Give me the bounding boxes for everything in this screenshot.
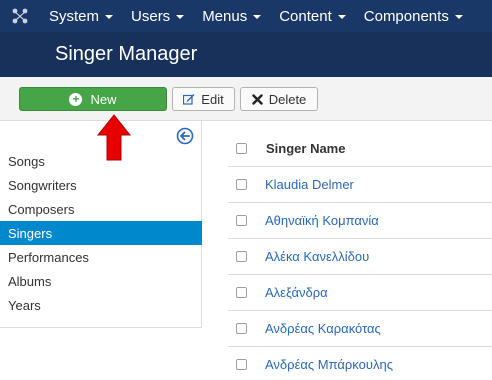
singer-name-column-header[interactable]: Singer Name xyxy=(266,141,345,156)
edit-button-label: Edit xyxy=(201,91,224,107)
select-all-checkbox[interactable] xyxy=(236,142,247,154)
sidebar-item-label: Performances xyxy=(8,249,89,265)
new-button-label: New xyxy=(90,91,117,107)
nav-content-menu[interactable]: Content xyxy=(270,0,355,32)
nav-system-label: System xyxy=(49,7,100,25)
edit-button[interactable]: Edit xyxy=(172,87,235,111)
nav-components-label: Components xyxy=(363,7,449,25)
table-row: Αλέκα Κανελλίδου xyxy=(228,238,492,274)
table-row: Klaudia Delmer xyxy=(228,166,492,202)
singer-name-link[interactable]: Αλεξάνδρα xyxy=(265,285,328,300)
singer-name-link[interactable]: Klaudia Delmer xyxy=(265,177,354,192)
nav-menus-menu[interactable]: Menus xyxy=(193,0,270,32)
joomla-logo-icon[interactable] xyxy=(0,0,40,32)
table-row: Αλεξάνδρα xyxy=(228,274,492,310)
singer-name-link[interactable]: Αθηναϊκή Κομπανία xyxy=(265,213,379,228)
page-header: Singer Manager xyxy=(0,32,492,77)
close-icon xyxy=(252,93,263,105)
table-row: Αθηναϊκή Κομπανία xyxy=(228,202,492,238)
delete-button[interactable]: Delete xyxy=(240,87,318,111)
toolbar: + New Edit Delete xyxy=(0,77,492,121)
sidebar-item-years[interactable]: Years xyxy=(0,293,202,317)
table-row: Ανδρέας Καρακότας xyxy=(228,310,492,346)
edit-icon xyxy=(183,93,195,105)
nav-users-label: Users xyxy=(131,7,171,25)
nav-system-menu[interactable]: System xyxy=(40,0,122,32)
new-button[interactable]: + New xyxy=(19,87,167,111)
singer-name-link[interactable]: Αλέκα Κανελλίδου xyxy=(265,249,369,264)
sidebar-item-label: Albums xyxy=(8,273,52,289)
caret-down-icon xyxy=(253,15,262,19)
singer-name-link[interactable]: Ανδρέας Μπάρκουλης xyxy=(265,357,393,372)
singer-name-link[interactable]: Ανδρέας Καρακότας xyxy=(265,321,381,336)
row-checkbox[interactable] xyxy=(236,251,247,262)
delete-button-label: Delete xyxy=(268,91,307,107)
plus-circle-icon: + xyxy=(69,92,83,106)
sidebar-item-performances[interactable]: Performances xyxy=(0,245,202,269)
caret-down-icon xyxy=(454,15,463,19)
row-checkbox[interactable] xyxy=(236,287,247,298)
top-navbar: System Users Menus Content Components xyxy=(0,0,492,32)
nav-menus-label: Menus xyxy=(202,7,248,25)
nav-users-menu[interactable]: Users xyxy=(122,0,193,32)
row-checkbox[interactable] xyxy=(236,179,247,190)
table-row: Ανδρέας Μπάρκουλης xyxy=(228,346,492,380)
caret-down-icon xyxy=(337,15,346,19)
sidebar-item-label: Songs xyxy=(8,153,45,169)
caret-down-icon xyxy=(176,15,185,19)
nav-components-menu[interactable]: Components xyxy=(355,0,472,32)
sidebar-item-singers[interactable]: Singers xyxy=(0,221,202,245)
nav-content-label: Content xyxy=(279,7,332,25)
sidebar-item-label: Songwriters xyxy=(8,177,77,193)
table-header-row: Singer Name xyxy=(228,130,492,166)
sidebar-item-label: Singers xyxy=(8,225,53,241)
sidebar-item-composers[interactable]: Composers xyxy=(0,197,202,221)
sidebar-item-label: Years xyxy=(8,297,41,313)
caret-down-icon xyxy=(105,15,114,19)
sidebar-item-label: Composers xyxy=(8,201,75,217)
sidebar-item-albums[interactable]: Albums xyxy=(0,269,202,293)
page-title: Singer Manager xyxy=(55,43,198,65)
red-arrow-annotation-icon xyxy=(96,114,132,161)
row-checkbox[interactable] xyxy=(236,359,247,370)
row-checkbox[interactable] xyxy=(236,323,247,334)
row-checkbox[interactable] xyxy=(236,215,247,226)
collapse-sidebar-icon[interactable] xyxy=(176,127,194,145)
sidebar-item-songwriters[interactable]: Songwriters xyxy=(0,173,202,197)
